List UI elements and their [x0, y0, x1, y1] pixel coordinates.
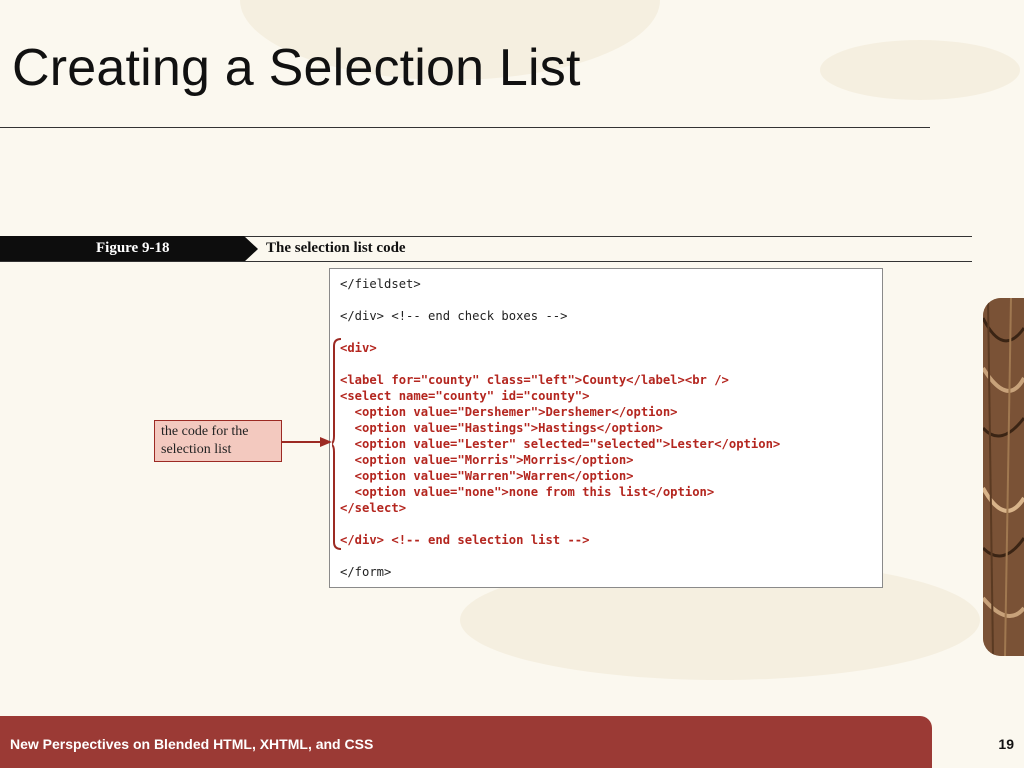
code-line: <option value="Dershemer">Dershemer</opt… — [340, 405, 678, 419]
footer-bar: New Perspectives on Blended HTML, XHTML,… — [0, 716, 932, 768]
page-number: 19 — [998, 736, 1014, 752]
figure-caption: The selection list code — [266, 240, 406, 256]
callout-arrow-icon — [282, 437, 332, 447]
footer-text: New Perspectives on Blended HTML, XHTML,… — [10, 736, 374, 752]
code-line: <option value="Hastings">Hastings</optio… — [340, 421, 663, 435]
code-line: </select> — [340, 501, 407, 515]
background-decoration — [820, 40, 1020, 100]
wood-texture-icon — [983, 298, 1024, 656]
code-bracket — [332, 338, 342, 550]
code-listing: </fieldset> </div> <!-- end check boxes … — [329, 268, 883, 588]
code-line: <label for="county" class="left">County<… — [340, 373, 729, 387]
code-line: </form> — [340, 565, 392, 579]
code-line: </div> <!-- end check boxes --> — [340, 309, 568, 323]
decorative-wood-image — [983, 298, 1024, 656]
code-line: </fieldset> — [340, 277, 421, 291]
code-line: <option value="none">none from this list… — [340, 485, 715, 499]
code-line: <option value="Lester" selected="selecte… — [340, 437, 781, 451]
callout-label: the code for the selection list — [154, 420, 282, 462]
slide-title: Creating a Selection List — [12, 39, 581, 97]
callout-line-2: selection list — [161, 442, 232, 457]
figure-header: Figure 9-18 The selection list code — [0, 236, 972, 262]
code-line: <option value="Warren">Warren</option> — [340, 469, 634, 483]
figure-label: Figure 9-18 — [96, 240, 170, 256]
code-line: <option value="Morris">Morris</option> — [340, 453, 634, 467]
code-line: <div> — [340, 341, 377, 355]
code-line: <select name="county" id="county"> — [340, 389, 590, 403]
callout-line-1: the code for the — [161, 424, 249, 439]
title-divider — [0, 127, 930, 128]
figure-bottom-rule — [0, 261, 972, 262]
code-line: </div> <!-- end selection list --> — [340, 533, 590, 547]
